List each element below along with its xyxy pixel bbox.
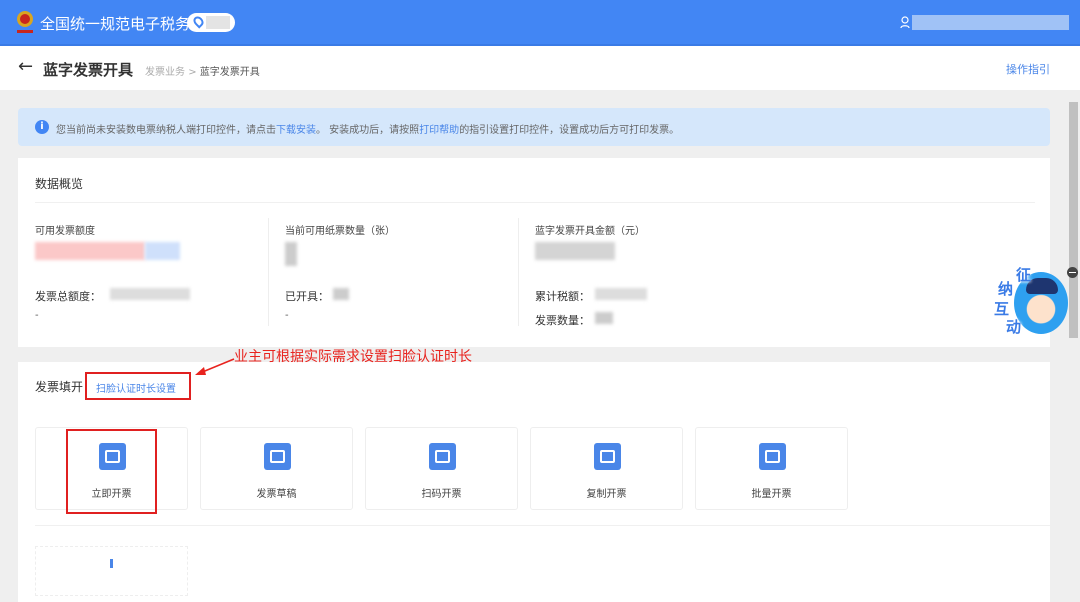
section-title: 发票填开 bbox=[35, 380, 84, 394]
page-title: 蓝字发票开具 bbox=[43, 61, 134, 79]
tile-copy-issue[interactable]: 复制开票 bbox=[530, 427, 683, 510]
tile-label: 扫码开票 bbox=[421, 489, 462, 500]
stat-label: 可用发票额度 bbox=[35, 226, 95, 237]
stat-extra: - bbox=[285, 310, 289, 321]
highlight-box bbox=[85, 372, 191, 400]
stat-value-redacted bbox=[535, 242, 615, 260]
divider bbox=[268, 218, 269, 326]
operation-guide-link[interactable]: 操作指引 bbox=[1006, 61, 1050, 77]
tile-batch-issue[interactable]: 批量开票 bbox=[695, 427, 848, 510]
mascot-char: 纳 bbox=[998, 280, 1014, 298]
stat-sub-value-redacted bbox=[595, 288, 647, 300]
divider bbox=[35, 525, 1050, 526]
data-overview-card: 数据概览 可用发票额度 发票总额度： - 当前可用纸票数量（张） 已开具： - … bbox=[18, 158, 1050, 347]
tile-label: 批量开票 bbox=[751, 489, 792, 500]
stat-sub-value-redacted bbox=[595, 312, 613, 324]
stat-value-redacted bbox=[35, 242, 145, 260]
draft-icon bbox=[264, 443, 291, 470]
location-value bbox=[206, 16, 230, 29]
breadcrumb-item[interactable]: 发票业务 bbox=[145, 67, 185, 78]
divider bbox=[518, 218, 519, 326]
batch-invoice-icon bbox=[759, 443, 786, 470]
user-name[interactable] bbox=[912, 15, 1069, 30]
user-icon[interactable] bbox=[900, 16, 910, 29]
stat-value-redacted bbox=[145, 242, 180, 260]
stat-label: 当前可用纸票数量（张） bbox=[285, 226, 395, 237]
mascot-char: 征 bbox=[1016, 266, 1032, 284]
stat-sub-value-redacted bbox=[110, 288, 190, 300]
qr-code-icon bbox=[429, 443, 456, 470]
back-arrow-icon[interactable]: ← bbox=[18, 56, 33, 77]
copy-invoice-icon bbox=[594, 443, 621, 470]
stat-sub-value-redacted bbox=[333, 288, 349, 300]
stat-sub-label: 已开具： bbox=[285, 290, 329, 303]
breadcrumb-separator: > bbox=[188, 67, 197, 78]
tile-label: 发票草稿 bbox=[256, 489, 297, 500]
tile-label: 复制开票 bbox=[586, 489, 627, 500]
annotation-text: 业主可根据实际需求设置扫脸认证时长 bbox=[234, 349, 472, 365]
location-pin-icon bbox=[191, 14, 206, 29]
highlight-box bbox=[66, 429, 157, 514]
mascot-char: 动 bbox=[1006, 318, 1022, 336]
divider bbox=[35, 202, 1035, 203]
notice-text: 。 安装成功后，请按照 bbox=[316, 125, 420, 136]
stat-sub-label: 发票数量： bbox=[535, 314, 590, 327]
tax-emblem-icon bbox=[17, 11, 33, 33]
breadcrumb: 发票业务 > 蓝字发票开具 bbox=[145, 63, 260, 78]
app-title: 全国统一规范电子税务局 bbox=[40, 15, 206, 33]
scrollbar-thumb[interactable] bbox=[1069, 102, 1078, 338]
stat-sub-label: 发票总额度： bbox=[35, 290, 101, 303]
stat-sub-label: 累计税额： bbox=[535, 290, 590, 303]
notice-text: 的指引设置打印控件，设置成功后方可打印发票。 bbox=[459, 125, 680, 136]
stat-extra: - bbox=[35, 310, 39, 321]
tile-scan-issue[interactable]: 扫码开票 bbox=[365, 427, 518, 510]
info-icon: i bbox=[35, 120, 49, 134]
breadcrumb-current: 蓝字发票开具 bbox=[199, 67, 260, 78]
page-header: ← 蓝字发票开具 发票业务 > 蓝字发票开具 操作指引 bbox=[0, 46, 1080, 90]
interaction-mascot[interactable]: 征 纳 互 动 bbox=[994, 266, 1068, 336]
annotation-arrow-icon bbox=[195, 358, 235, 375]
collapse-icon[interactable] bbox=[1067, 267, 1078, 278]
location-selector[interactable] bbox=[187, 13, 235, 32]
stat-label: 蓝字发票开具金额（元） bbox=[535, 226, 645, 237]
stat-value-redacted bbox=[285, 242, 297, 266]
section-title: 数据概览 bbox=[35, 177, 84, 191]
print-help-link[interactable]: 打印帮助 bbox=[419, 125, 459, 136]
print-plugin-notice: i 您当前尚未安装数电票纳税人端打印控件，请点击下载安装。 安装成功后，请按照打… bbox=[18, 108, 1050, 146]
top-header: 全国统一规范电子税务局 bbox=[0, 0, 1080, 46]
tile-invoice-draft[interactable]: 发票草稿 bbox=[200, 427, 353, 510]
notice-text: 您当前尚未安装数电票纳税人端打印控件，请点击 bbox=[56, 125, 276, 136]
loading-placeholder bbox=[35, 546, 188, 596]
download-install-link[interactable]: 下载安装 bbox=[276, 125, 316, 136]
